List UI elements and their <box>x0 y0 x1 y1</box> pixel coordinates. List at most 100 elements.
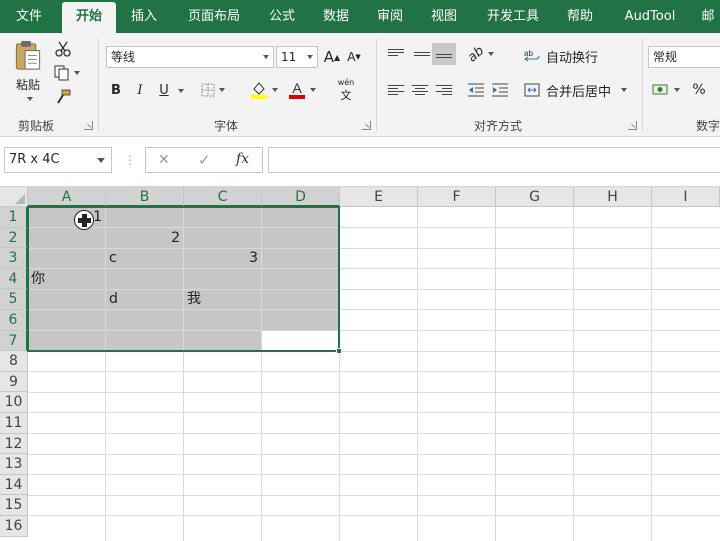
gridline <box>495 207 496 541</box>
merge-center-label: 合并后居中 <box>546 84 612 100</box>
column-header-c[interactable]: C <box>184 187 262 207</box>
column-header-e[interactable]: E <box>340 187 418 207</box>
increase-indent-button[interactable] <box>488 79 512 101</box>
row-header-2[interactable]: 2 <box>0 227 28 249</box>
accounting-icon <box>652 84 668 95</box>
middle-align-icon <box>414 47 430 61</box>
chevron-down-icon <box>263 55 269 59</box>
bottom-align-button[interactable] <box>432 43 456 65</box>
paste-label: 粘贴 <box>15 78 40 92</box>
font-group-label: 字体 <box>214 119 239 133</box>
tab-help[interactable]: 帮助 <box>556 0 604 33</box>
wrap-text-button[interactable]: ab 自动换行 <box>524 45 608 67</box>
fill-handle[interactable] <box>336 348 342 354</box>
phonetic-guide-button[interactable]: wén 文 <box>328 77 364 103</box>
paste-button[interactable]: 粘贴 <box>8 39 48 101</box>
merge-center-button[interactable]: 合并后居中 <box>524 79 632 101</box>
accounting-format-button[interactable] <box>650 79 682 101</box>
clipboard-launcher-icon[interactable] <box>84 121 93 130</box>
chevron-down-icon[interactable] <box>178 89 184 93</box>
italic-button[interactable]: I <box>130 79 150 101</box>
svg-text:ab: ab <box>524 49 533 58</box>
row-header-16[interactable]: 16 <box>0 516 28 537</box>
row-header-10[interactable]: 10 <box>0 392 28 413</box>
tab-home[interactable]: 开始 <box>62 2 116 33</box>
merge-center-icon <box>524 83 540 97</box>
cell-area[interactable]: 1 2 c 3 你 d 我 <box>27 206 720 541</box>
decrease-font-size-button[interactable]: A ▼ <box>344 46 364 68</box>
name-box[interactable]: 7R x 4C <box>4 147 112 173</box>
underline-button[interactable]: U <box>154 79 174 101</box>
gridline <box>573 207 574 541</box>
column-header-d[interactable]: D <box>262 187 340 207</box>
column-header-f[interactable]: F <box>418 187 496 207</box>
confirm-entry-button[interactable]: ✓ <box>198 151 211 169</box>
insert-function-button[interactable]: fx <box>236 151 249 167</box>
tab-page-layout[interactable]: 页面布局 <box>176 0 252 33</box>
select-all-button[interactable] <box>0 187 28 207</box>
column-header-i[interactable]: I <box>652 187 720 207</box>
tab-formulas[interactable]: 公式 <box>258 0 306 33</box>
alignment-launcher-icon[interactable] <box>628 121 637 130</box>
borders-button[interactable] <box>196 79 230 101</box>
row-header-4[interactable]: 4 <box>0 268 28 290</box>
column-header-a[interactable]: A <box>28 187 106 207</box>
copy-button[interactable] <box>52 63 82 83</box>
tab-review[interactable]: 审阅 <box>366 0 414 33</box>
column-header-b[interactable]: B <box>106 187 184 207</box>
tab-mail[interactable]: 邮 <box>696 0 720 33</box>
format-painter-button[interactable] <box>52 87 74 107</box>
font-name-combo[interactable]: 等线 <box>106 46 274 68</box>
row-header-8[interactable]: 8 <box>0 351 28 372</box>
column-header-h[interactable]: H <box>574 187 652 207</box>
row-header-12[interactable]: 12 <box>0 433 28 455</box>
row-header-7[interactable]: 7 <box>0 330 28 352</box>
row-header-9[interactable]: 9 <box>0 371 28 393</box>
orientation-button[interactable]: ab <box>464 43 498 65</box>
number-format-value: 常规 <box>653 50 678 64</box>
tab-data[interactable]: 数据 <box>312 0 360 33</box>
fill-color-button[interactable] <box>246 77 282 103</box>
row-header-15[interactable]: 15 <box>0 495 28 516</box>
row-header-11[interactable]: 11 <box>0 413 28 434</box>
formula-input[interactable] <box>268 147 720 173</box>
gridline <box>28 391 720 393</box>
row-header-3[interactable]: 3 <box>0 248 28 269</box>
increase-font-size-button[interactable]: A ▲ <box>322 46 342 68</box>
gridline <box>417 207 418 541</box>
row-header-6[interactable]: 6 <box>0 310 28 331</box>
font-launcher-icon[interactable] <box>362 121 371 130</box>
row-header-14[interactable]: 14 <box>0 474 28 496</box>
tab-audtool[interactable]: AudTool <box>612 0 688 33</box>
percent-style-button[interactable]: % <box>688 79 710 101</box>
font-size-combo[interactable]: 11 <box>276 46 318 68</box>
grow-font-icon: A <box>323 48 335 66</box>
shrink-font-icon: A <box>347 50 356 64</box>
tab-file[interactable]: 文件 <box>0 0 58 33</box>
font-size-value: 11 <box>281 50 297 64</box>
bold-button[interactable]: B <box>106 79 126 101</box>
align-center-button[interactable] <box>408 79 432 101</box>
cancel-entry-button[interactable]: ✕ <box>158 152 170 168</box>
font-name-value: 等线 <box>111 50 136 64</box>
row-header-1[interactable]: 1 <box>0 207 28 228</box>
worksheet-grid: A B C D E F G H I 1 2 3 4 5 6 7 8 9 10 1… <box>0 187 720 541</box>
tab-developer[interactable]: 开发工具 <box>476 0 550 33</box>
row-header-5[interactable]: 5 <box>0 289 28 310</box>
font-color-icon: A <box>289 80 305 99</box>
increase-indent-icon <box>492 83 508 97</box>
row-header-13[interactable]: 13 <box>0 454 28 475</box>
decrease-indent-button[interactable] <box>464 79 488 101</box>
align-left-button[interactable] <box>384 79 408 101</box>
cut-button[interactable] <box>52 39 74 59</box>
tab-view[interactable]: 视图 <box>420 0 468 33</box>
top-align-button[interactable] <box>384 43 408 65</box>
font-color-button[interactable]: A <box>284 77 320 103</box>
number-format-combo[interactable]: 常规 <box>648 46 720 68</box>
align-right-button[interactable] <box>432 79 456 101</box>
cell-cursor-icon <box>74 210 94 230</box>
formula-bar-grip[interactable]: ⋮ <box>124 151 136 169</box>
tab-insert[interactable]: 插入 <box>120 0 168 33</box>
column-header-g[interactable]: G <box>496 187 574 207</box>
middle-align-button[interactable] <box>410 43 434 65</box>
